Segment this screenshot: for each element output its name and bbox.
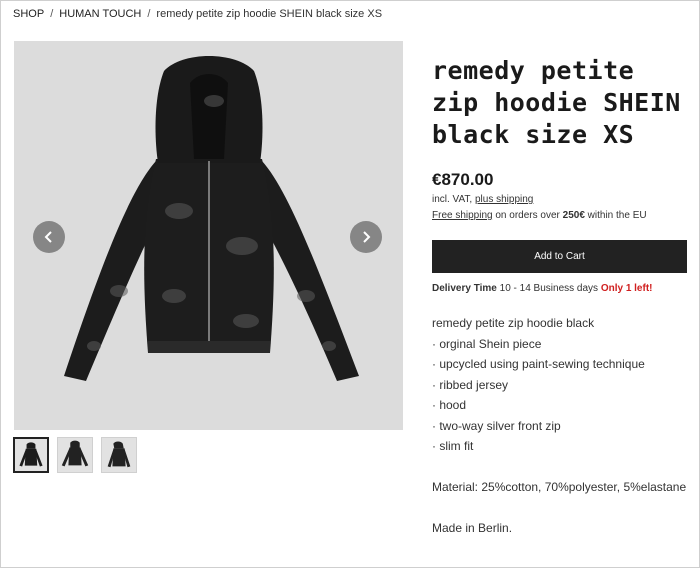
- breadcrumb: SHOP / HUMAN TOUCH / remedy petite zip hoodi…: [13, 8, 382, 20]
- description-bullet: · ribbed jersey: [432, 377, 509, 392]
- product-main-image[interactable]: [14, 41, 403, 430]
- product-title: remedy petite zip hoodie SHEIN black siz…: [432, 56, 681, 149]
- shipping-suffix: within the EU: [587, 210, 647, 221]
- stock-warning: Only 1 left!: [600, 283, 653, 294]
- breadcrumb-separator: /: [50, 8, 54, 20]
- description-bullet: · upcycled using paint-sewing technique: [432, 357, 645, 371]
- breadcrumb-current: remedy petite zip hoodie SHEIN black siz…: [156, 8, 383, 20]
- description-intro: remedy petite zip hoodie black: [432, 316, 595, 330]
- thumbnail-strip: [13, 437, 137, 473]
- delivery-label: Delivery Time: [432, 283, 497, 294]
- vat-prefix: incl. VAT,: [432, 194, 473, 205]
- description-bullet: · orginal Shein piece: [432, 336, 542, 351]
- shipping-threshold: 250€: [562, 210, 585, 221]
- description-material: Material: 25%cotton, 70%polyester, 5%ela…: [432, 480, 687, 494]
- breadcrumb-shop[interactable]: SHOP: [13, 8, 44, 20]
- chevron-left-icon: [44, 231, 52, 243]
- hoodie-photo: [14, 41, 403, 430]
- thumbnail-1[interactable]: [13, 437, 49, 473]
- vat-note: incl. VAT, plus shipping: [432, 194, 533, 205]
- delivery-info: Delivery Time 10 - 14 Business days Only…: [432, 283, 653, 294]
- breadcrumb-separator: /: [147, 8, 151, 20]
- thumbnail-2[interactable]: [57, 437, 93, 473]
- free-shipping-note: Free shipping on orders over 250€ within…: [432, 210, 647, 221]
- description-origin: Made in Berlin.: [432, 521, 513, 535]
- description-bullet: · slim fit: [432, 439, 474, 453]
- free-shipping-link[interactable]: Free shipping: [432, 210, 493, 221]
- chevron-right-icon: [363, 231, 371, 243]
- shipping-info-link[interactable]: plus shipping: [475, 194, 533, 205]
- delivery-value: 10 - 14 Business days: [499, 283, 599, 294]
- add-to-cart-button[interactable]: Add to Cart: [432, 240, 687, 273]
- gallery-prev-button[interactable]: [33, 221, 65, 253]
- thumbnail-3[interactable]: [101, 437, 137, 473]
- shipping-note-text: on orders over: [495, 210, 560, 221]
- breadcrumb-human-touch[interactable]: HUMAN TOUCH: [59, 8, 141, 20]
- description-bullet: · hood: [432, 398, 467, 412]
- gallery-next-button[interactable]: [350, 221, 382, 253]
- description-bullet: · two-way silver front zip: [432, 418, 561, 433]
- product-price: €870.00: [432, 170, 494, 189]
- product-description: remedy petite zip hoodie black · orginal…: [432, 313, 694, 539]
